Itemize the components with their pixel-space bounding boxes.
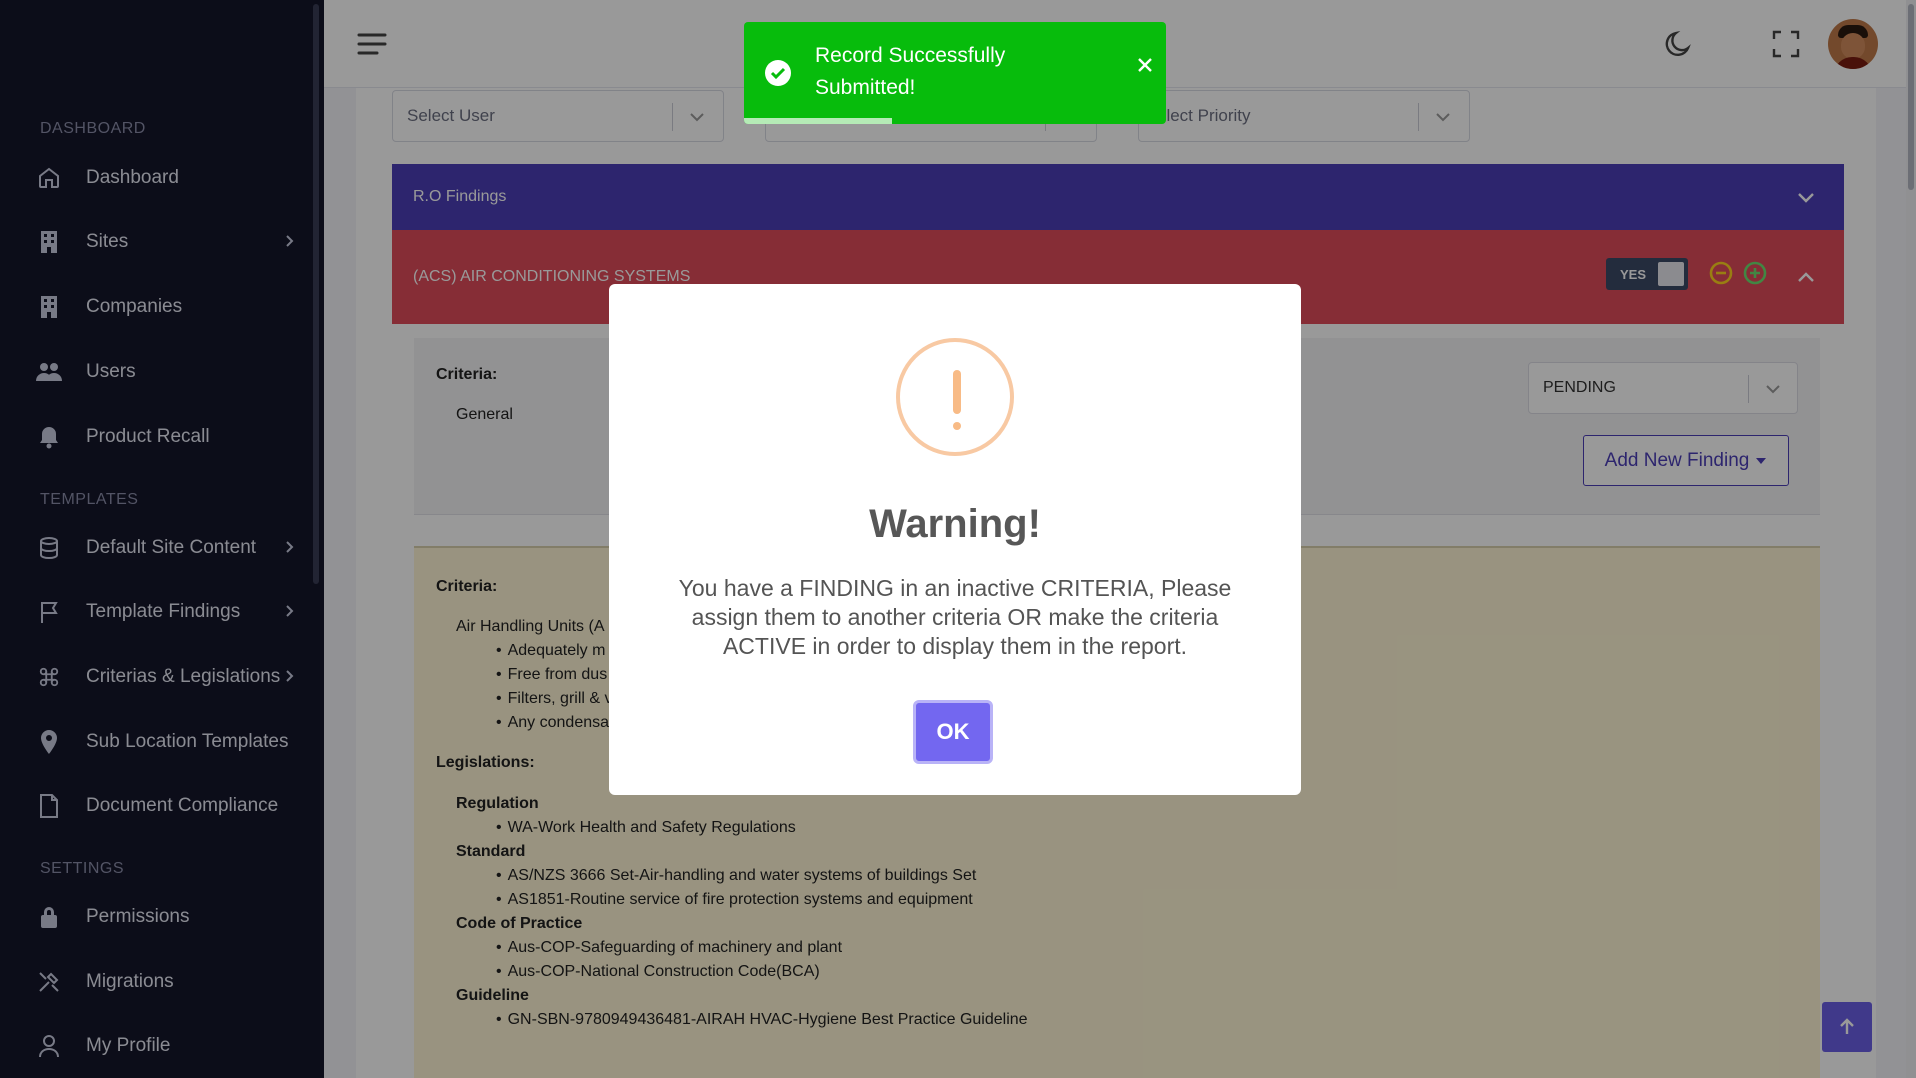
- warning-icon: [896, 338, 1014, 456]
- modal-message: You have a FINDING in an inactive CRITER…: [678, 575, 1232, 659]
- modal-title: Warning!: [869, 502, 1041, 546]
- success-toast: Record Successfully Submitted!: [744, 22, 1166, 124]
- warning-modal: Warning! You have a FINDING in an inacti…: [609, 284, 1301, 795]
- check-circle-icon: [765, 60, 791, 86]
- toast-message: Record Successfully Submitted!: [815, 44, 1006, 99]
- ok-button[interactable]: OK: [913, 700, 993, 764]
- toast-progress-bar: [744, 118, 892, 124]
- close-icon[interactable]: [1135, 55, 1155, 75]
